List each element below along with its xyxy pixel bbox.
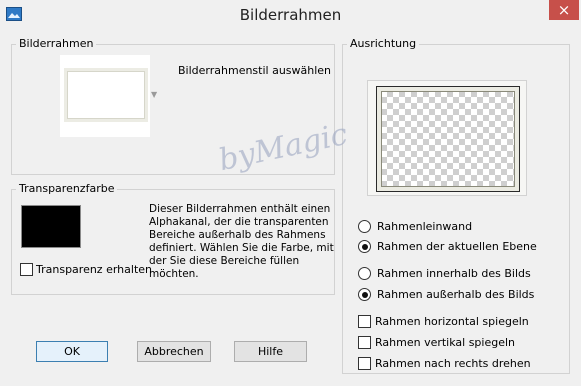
- radio-frame-canvas[interactable]: [358, 220, 371, 233]
- flip-vertical-label: Rahmen vertikal spiegeln: [375, 336, 516, 349]
- keep-transparency-label: Transparenz erhalten: [36, 263, 152, 276]
- flip-vertical-checkbox[interactable]: [358, 336, 371, 349]
- keep-transparency-checkbox[interactable]: [20, 263, 33, 276]
- radio-current-layer-label: Rahmen der aktuellen Ebene: [377, 240, 537, 253]
- close-icon: ×: [557, 1, 571, 19]
- radio-outside-image[interactable]: [358, 288, 371, 301]
- rotate-right-checkbox[interactable]: [358, 357, 371, 370]
- radio-inside-image-label: Rahmen innerhalb des Bilds: [377, 267, 531, 280]
- transparency-description: Dieser Bilderrahmen enthält einen Alphak…: [149, 203, 334, 280]
- frame-style-label: Bilderrahmenstil auswählen: [178, 64, 332, 77]
- cancel-button[interactable]: Abbrechen: [137, 341, 211, 362]
- orientation-preview-frame: [377, 87, 519, 191]
- flip-horizontal-checkbox[interactable]: [358, 315, 371, 328]
- rotate-right-label: Rahmen nach rechts drehen: [375, 357, 531, 370]
- radio-inside-image[interactable]: [358, 267, 371, 280]
- radio-frame-canvas-label: Rahmenleinwand: [377, 220, 473, 233]
- chevron-down-icon[interactable]: ▼: [151, 90, 157, 99]
- window-title: Bilderrahmen: [239, 6, 342, 24]
- close-button[interactable]: ×: [549, 0, 579, 20]
- transparency-color-swatch[interactable]: [21, 205, 81, 248]
- ok-button[interactable]: OK: [36, 341, 108, 362]
- title-bar: Bilderrahmen ×: [0, 0, 581, 30]
- transparency-group-legend: Transparenzfarbe: [16, 182, 118, 195]
- frame-group-legend: Bilderrahmen: [16, 37, 97, 50]
- frame-style-thumbnail: [64, 68, 148, 122]
- radio-outside-image-label: Rahmen außerhalb des Bilds: [377, 288, 535, 301]
- help-button[interactable]: Hilfe: [234, 341, 307, 362]
- orientation-group-legend: Ausrichtung: [347, 37, 420, 50]
- radio-current-layer[interactable]: [358, 240, 371, 253]
- flip-horizontal-label: Rahmen horizontal spiegeln: [375, 315, 529, 328]
